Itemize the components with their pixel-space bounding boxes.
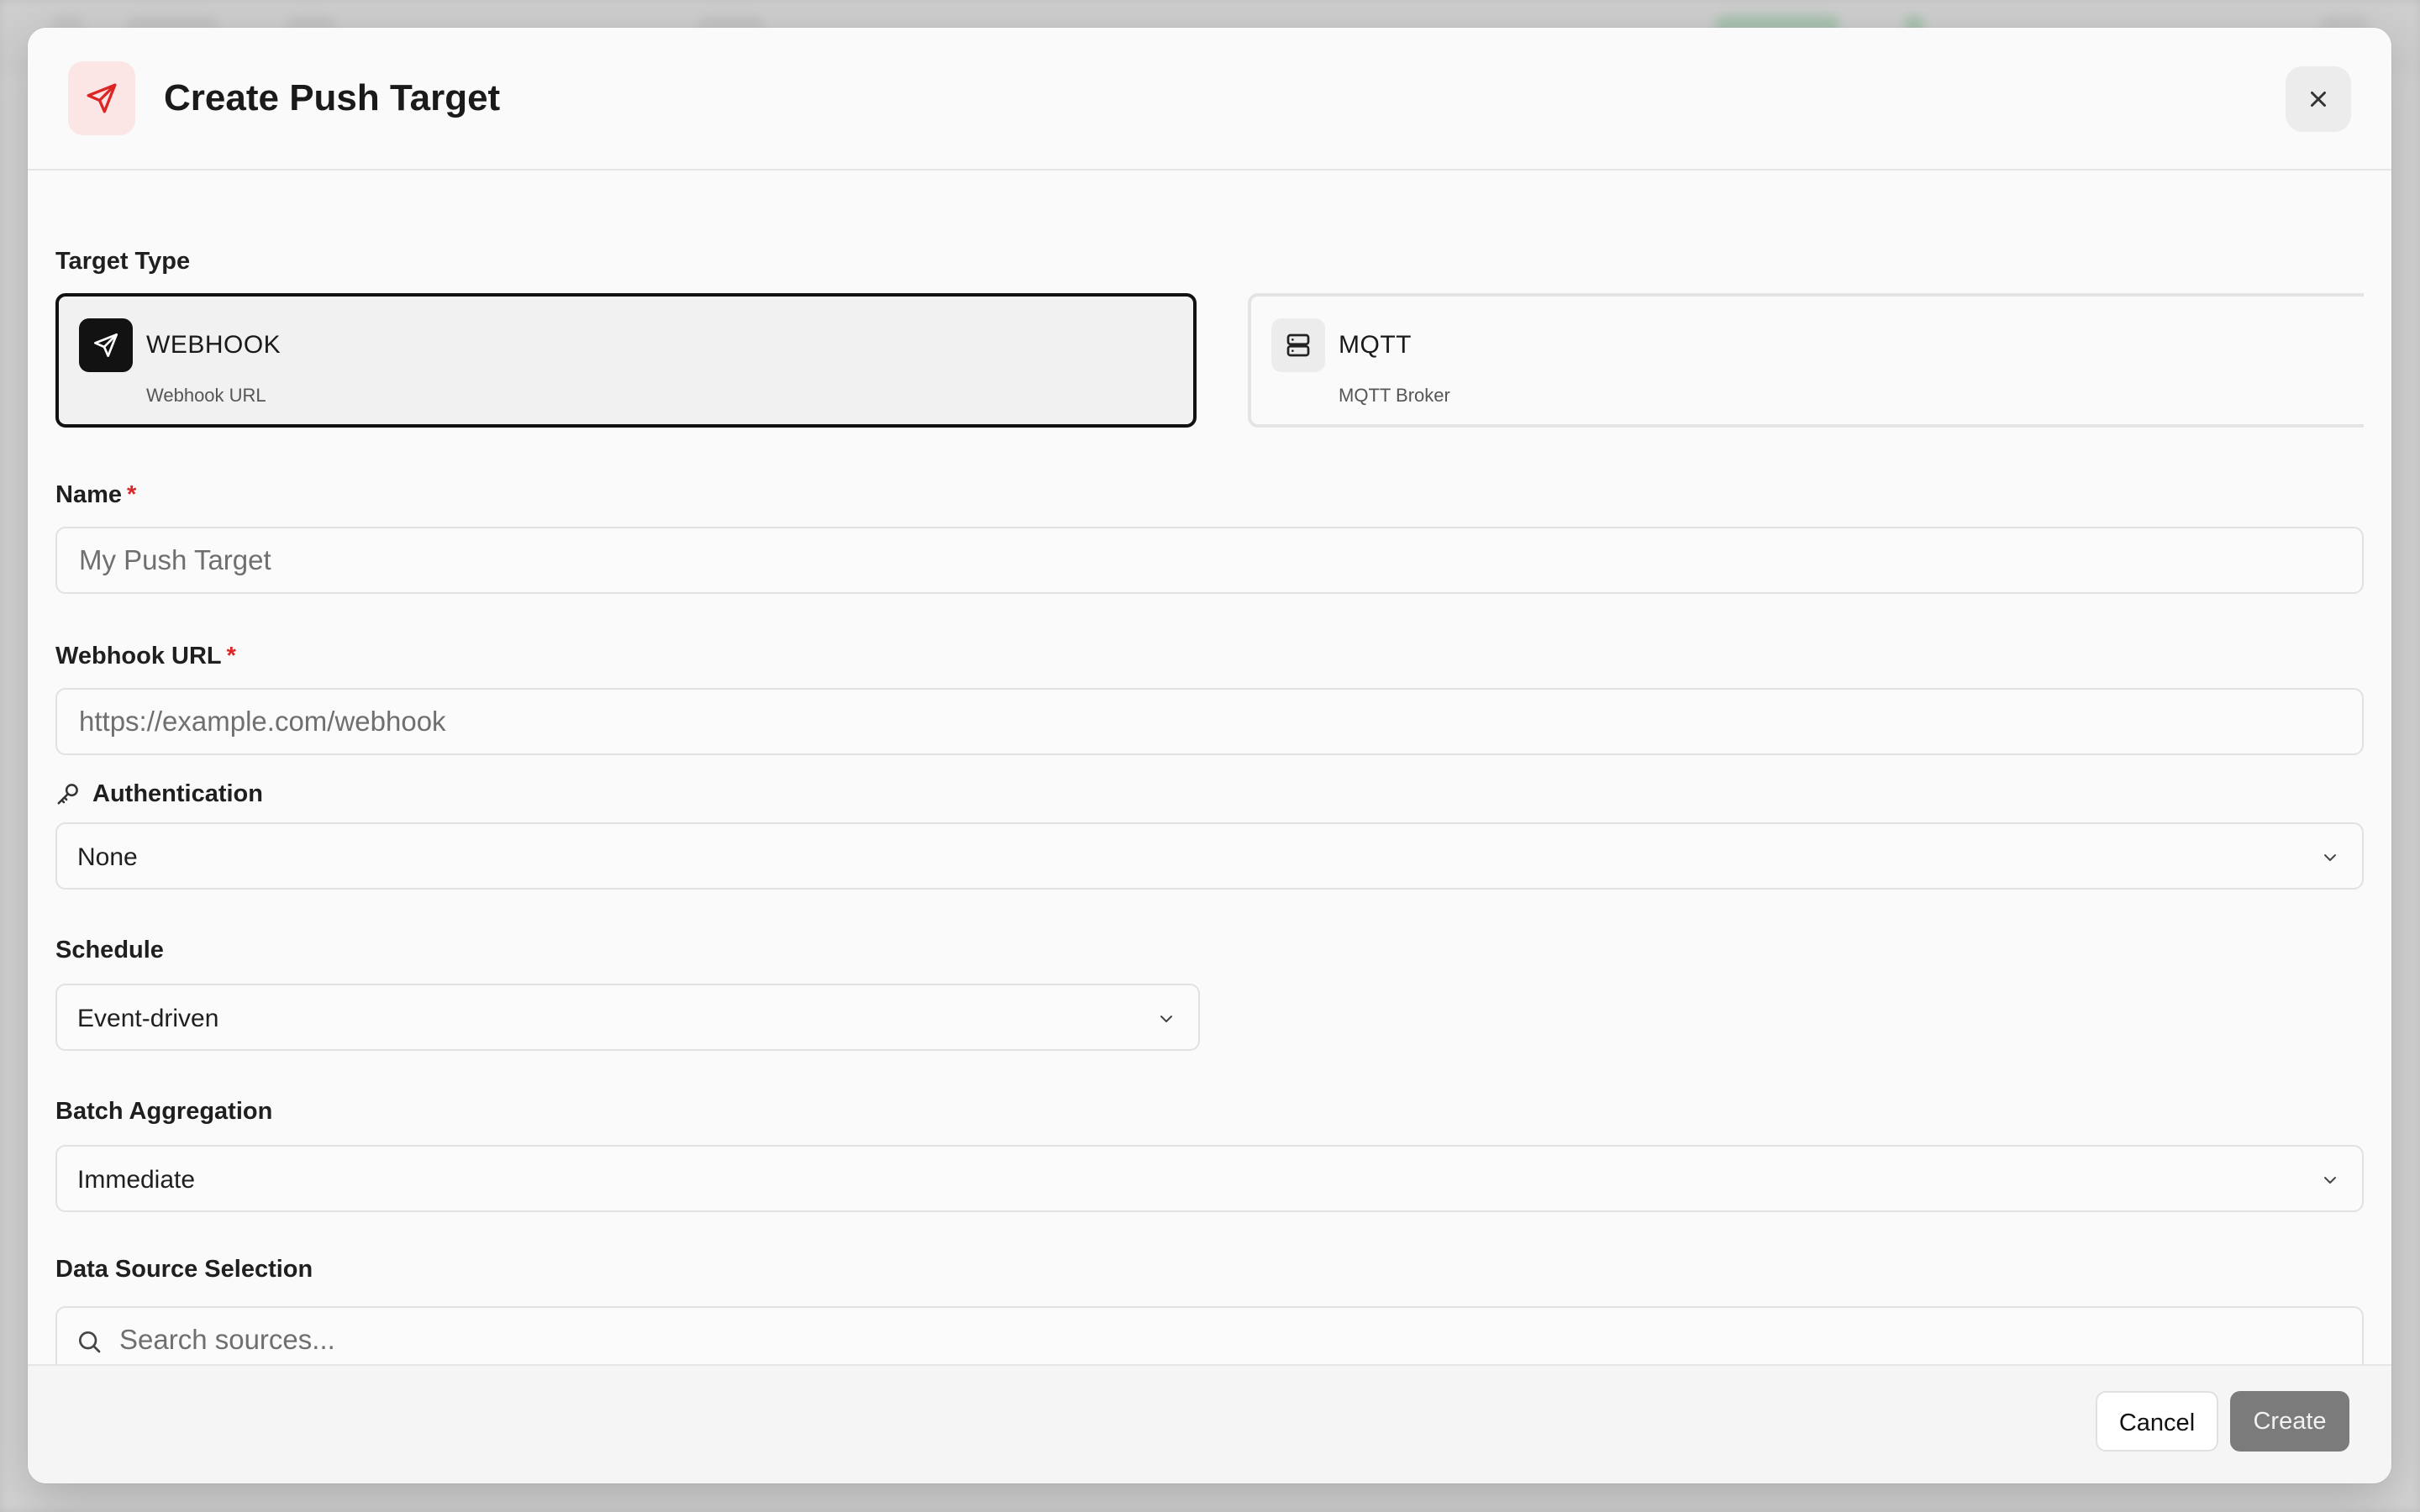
chevron-down-icon — [1155, 1007, 1178, 1031]
webhook-url-label-text: Webhook URL — [55, 643, 222, 669]
close-button[interactable] — [2286, 66, 2351, 132]
webhook-url-field[interactable] — [55, 688, 2364, 755]
target-type-mqtt-card[interactable]: MQTT MQTT Broker — [1248, 293, 2364, 428]
cancel-button[interactable]: Cancel — [2096, 1391, 2218, 1452]
mqtt-option-title: MQTT — [1339, 331, 1412, 359]
required-marker: * — [226, 643, 236, 669]
authentication-label-text: Authentication — [92, 780, 263, 807]
webhook-url-label: Webhook URL * — [55, 641, 236, 671]
batch-aggregation-label: Batch Aggregation — [55, 1098, 273, 1125]
webhook-option-subtitle: Webhook URL — [146, 385, 266, 406]
data-source-search-input[interactable] — [118, 1308, 2342, 1372]
name-label-text: Name — [55, 481, 122, 508]
batch-aggregation-select[interactable]: Immediate — [55, 1145, 2364, 1212]
schedule-select[interactable]: Event-driven — [55, 984, 1200, 1051]
batch-aggregation-select-value: Immediate — [77, 1166, 196, 1194]
server-icon — [1271, 318, 1325, 372]
create-button[interactable]: Create — [2230, 1391, 2349, 1452]
target-type-webhook-card[interactable]: WEBHOOK Webhook URL — [55, 293, 1197, 428]
data-source-search-field[interactable] — [55, 1306, 2364, 1373]
dialog-footer: Cancel Create — [28, 1364, 2391, 1483]
data-source-selection-label: Data Source Selection — [55, 1256, 313, 1283]
key-icon — [57, 784, 78, 805]
name-input[interactable] — [77, 528, 2342, 592]
send-icon — [68, 61, 135, 135]
dialog-header: Create Push Target — [28, 28, 2391, 171]
webhook-option-title: WEBHOOK — [146, 331, 281, 359]
schedule-select-value: Event-driven — [77, 1005, 219, 1032]
chevron-down-icon — [2318, 1168, 2342, 1192]
authentication-select-value: None — [77, 843, 138, 871]
dialog-title: Create Push Target — [164, 77, 501, 118]
mqtt-option-subtitle: MQTT Broker — [1339, 385, 1450, 406]
required-marker: * — [127, 481, 137, 508]
webhook-url-input[interactable] — [77, 690, 2342, 753]
create-push-target-dialog: Create Push Target Target Type WEBHOOK W… — [28, 28, 2391, 1483]
name-field[interactable] — [55, 527, 2364, 594]
search-icon — [79, 1331, 101, 1353]
schedule-label: Schedule — [55, 937, 164, 963]
authentication-select[interactable]: None — [55, 822, 2364, 890]
authentication-label: Authentication — [55, 779, 263, 809]
send-icon — [79, 318, 133, 372]
dialog-body: Target Type WEBHOOK Webhook URL MQTT MQT — [55, 169, 2364, 1394]
target-type-label: Target Type — [55, 248, 191, 275]
close-icon — [2311, 92, 2326, 107]
chevron-down-icon — [2318, 846, 2342, 869]
name-label: Name * — [55, 480, 136, 510]
